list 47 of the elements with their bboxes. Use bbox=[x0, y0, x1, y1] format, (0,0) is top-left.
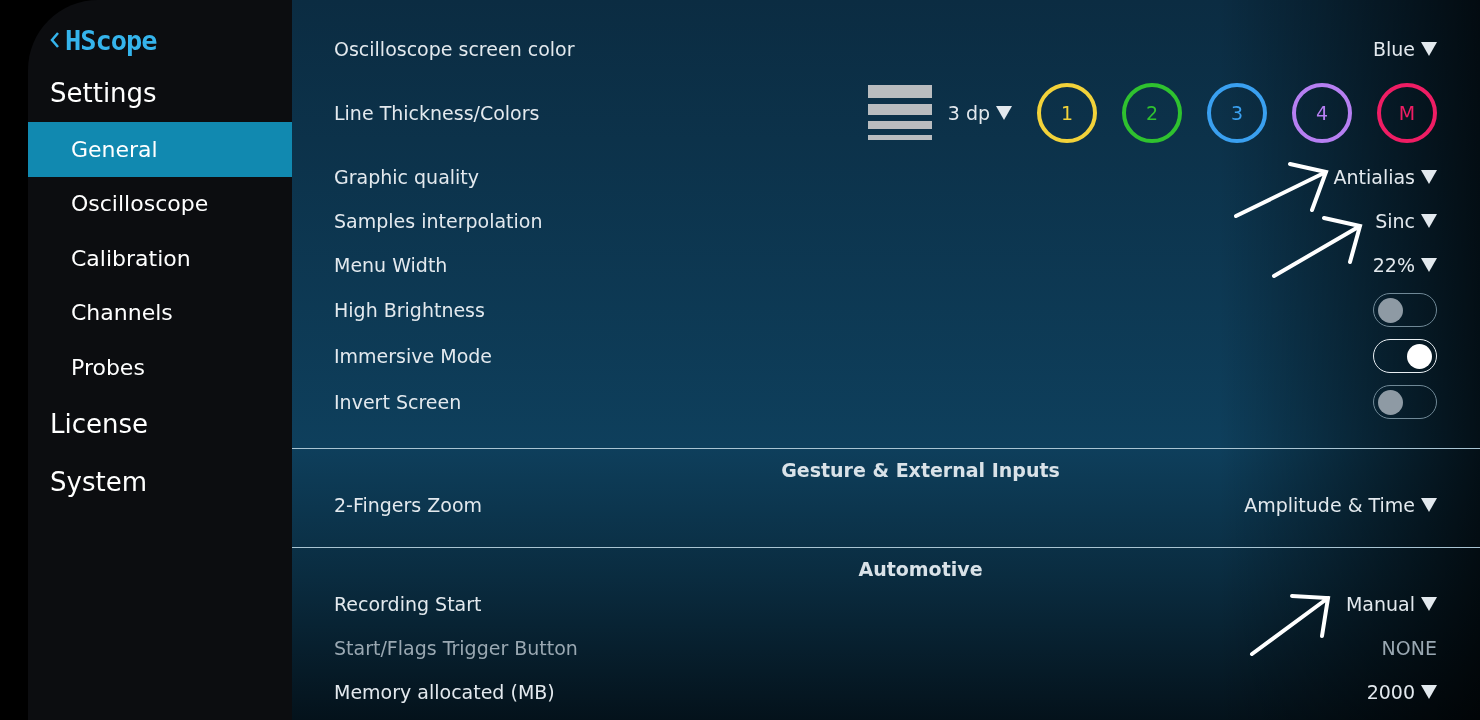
setting-value: NONE bbox=[1381, 637, 1437, 659]
thickness-dropdown[interactable]: 3 dp bbox=[947, 102, 1012, 124]
line-thickness-icon bbox=[867, 85, 932, 141]
caret-icon bbox=[1421, 597, 1437, 611]
sidebar-subitem[interactable]: Oscilloscope bbox=[28, 176, 292, 231]
sidebar-subitem[interactable]: Channels bbox=[28, 285, 292, 340]
sidebar-subitem[interactable]: General bbox=[28, 122, 292, 177]
channel-color-button[interactable]: 3 bbox=[1207, 83, 1267, 143]
setting-label: Start/Flags Trigger Button bbox=[334, 637, 578, 659]
setting-label: Samples interpolation bbox=[334, 210, 543, 232]
section-title: Gesture & External Inputs bbox=[780, 458, 1061, 483]
setting-label: 2-Fingers Zoom bbox=[334, 494, 483, 516]
app-title: HScope bbox=[65, 24, 157, 56]
sidebar-subitem[interactable]: Probes bbox=[28, 340, 292, 395]
sidebar-item[interactable]: System bbox=[28, 452, 292, 511]
setting-label: Invert Screen bbox=[334, 391, 462, 413]
caret-icon bbox=[1421, 258, 1437, 272]
dropdown[interactable]: Antialias bbox=[1333, 166, 1437, 188]
setting-label: Graphic quality bbox=[334, 166, 480, 188]
dropdown[interactable]: 2000 bbox=[1366, 681, 1437, 703]
setting-label: Immersive Mode bbox=[334, 345, 493, 367]
caret-icon bbox=[1421, 214, 1437, 228]
setting-label: Menu Width bbox=[334, 254, 448, 276]
dropdown[interactable]: Manual bbox=[1345, 593, 1437, 615]
caret-icon bbox=[1421, 685, 1437, 699]
sidebar-subitem[interactable]: Calibration bbox=[28, 231, 292, 286]
caret-icon bbox=[1421, 498, 1437, 512]
sidebar-item[interactable]: Settings bbox=[28, 64, 292, 122]
setting-label: Oscilloscope screen color bbox=[334, 38, 575, 60]
dropdown[interactable]: 22% bbox=[1372, 254, 1437, 276]
dropdown[interactable]: Blue bbox=[1372, 38, 1437, 60]
section-title: Automotive bbox=[857, 557, 984, 582]
back-icon[interactable] bbox=[50, 32, 59, 48]
sidebar-item[interactable]: License bbox=[28, 394, 292, 453]
caret-icon bbox=[1421, 170, 1437, 184]
setting-label: Line Thickness/Colors bbox=[334, 102, 540, 124]
setting-label: Recording Start bbox=[334, 593, 482, 615]
dropdown[interactable]: Sinc bbox=[1375, 210, 1437, 232]
channel-color-button[interactable]: 4 bbox=[1292, 83, 1352, 143]
caret-icon bbox=[1421, 42, 1437, 56]
channel-color-button[interactable]: 2 bbox=[1122, 83, 1182, 143]
setting-label: High Brightness bbox=[334, 299, 485, 321]
channel-color-button[interactable]: M bbox=[1377, 83, 1437, 143]
dropdown[interactable]: Amplitude & Time bbox=[1244, 494, 1437, 516]
setting-label: Memory allocated (MB) bbox=[334, 681, 555, 703]
channel-color-button[interactable]: 1 bbox=[1037, 83, 1097, 143]
caret-icon bbox=[996, 106, 1012, 120]
